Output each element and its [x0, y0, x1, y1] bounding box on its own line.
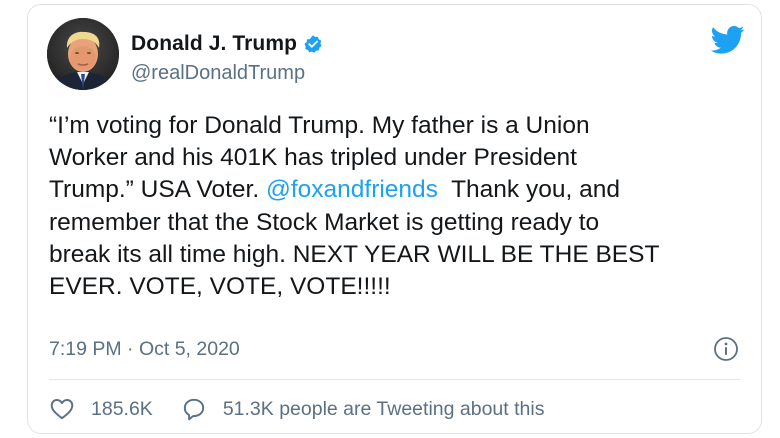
- tweet-line-text: Thank you, and: [437, 176, 620, 204]
- tweet-text: “I’m voting for Donald Trump. My father …: [49, 110, 749, 303]
- tweet-line: EVER. VOTE, VOTE, VOTE!!!!!: [49, 273, 391, 301]
- heart-icon: [50, 399, 74, 420]
- author-name[interactable]: Donald J. Trump: [131, 32, 323, 56]
- tweeting-about-link[interactable]: 51.3K people are Tweeting about this: [181, 396, 545, 422]
- tweet-line: “I’m voting for Donald Trump. My father …: [49, 112, 590, 139]
- twitter-bird-icon[interactable]: [711, 25, 745, 55]
- tweet-line: Worker and his 401K has tripled under Pr…: [49, 144, 577, 172]
- like-button[interactable]: 185.6K: [49, 396, 153, 422]
- info-icon[interactable]: [713, 336, 739, 362]
- tweet-line-text: Trump.” USA Voter.: [49, 176, 266, 204]
- tweet-actions: 185.6K 51.3K people are Tweeting about t…: [49, 396, 544, 422]
- like-count: 185.6K: [91, 397, 153, 420]
- author-name-text: Donald J. Trump: [131, 32, 298, 55]
- tweet-card: Donald J. Trump @realDonaldTrump “I’m vo…: [27, 4, 762, 434]
- profile-photo: [47, 18, 119, 90]
- tweet-line: remember that the Stock Market is gettin…: [49, 208, 600, 236]
- speech-bubble-icon: [183, 398, 204, 421]
- mention-link[interactable]: @foxandfriends: [266, 176, 438, 203]
- tweet-timestamp[interactable]: 7:19 PM · Oct 5, 2020: [49, 338, 240, 361]
- tweeting-count: 51.3K people are Tweeting about this: [222, 397, 545, 420]
- verified-badge-icon: [304, 35, 322, 53]
- tweet-line: break its all time high. NEXT YEAR WILL …: [49, 240, 660, 268]
- tweet-line: Trump.” USA Voter. @foxandfriends Thank …: [49, 174, 749, 206]
- author-handle[interactable]: @realDonaldTrump: [131, 62, 305, 85]
- divider: [49, 379, 740, 380]
- avatar[interactable]: [47, 18, 119, 90]
